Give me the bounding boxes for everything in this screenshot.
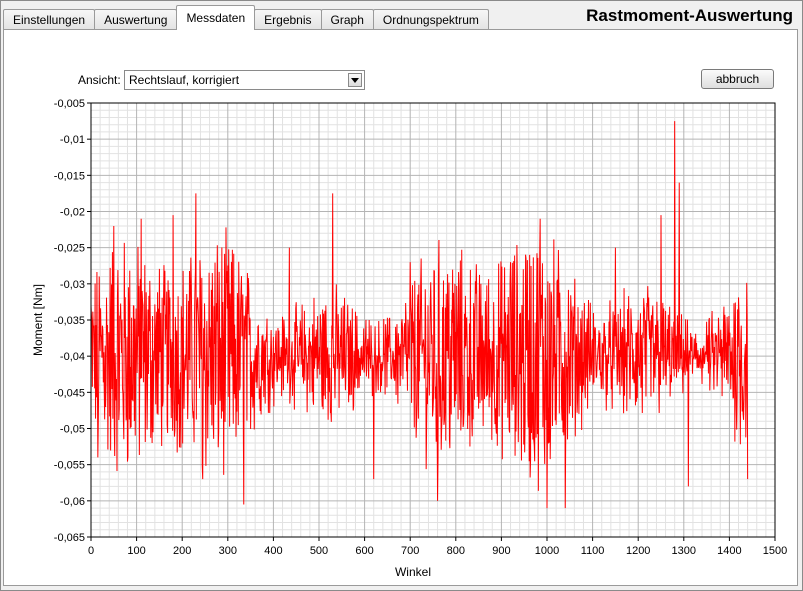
y-tick-label: -0,06 [60, 496, 85, 508]
x-tick-label: 1400 [717, 545, 741, 557]
y-tick-label: -0,01 [60, 134, 85, 146]
x-axis-ticks: 0 100 200 300 400 500 600 700 800 900 1000 1100 1200… [88, 537, 787, 557]
y-tick-label: -0,04 [60, 351, 85, 363]
x-tick-label: 100 [127, 545, 145, 557]
x-tick-label: 300 [219, 545, 237, 557]
x-tick-label: 1000 [535, 545, 559, 557]
y-axis-ticks: -0,005 -0,01 -0,015 -0,02 -0,025 -0,03 -0,035 -… [54, 98, 91, 544]
y-tick-label: -0,05 [60, 424, 85, 436]
y-tick-label: -0,015 [54, 170, 85, 182]
y-tick-label: -0,045 [54, 387, 85, 399]
y-tick-label: -0,02 [60, 207, 85, 219]
x-tick-label: 1500 [763, 545, 787, 557]
tab-messdaten[interactable]: Messdaten [176, 5, 256, 30]
y-tick-label: -0,005 [54, 98, 85, 110]
x-tick-label: 400 [264, 545, 282, 557]
x-tick-label: 500 [310, 545, 328, 557]
x-tick-label: 600 [355, 545, 373, 557]
y-axis-label: Moment [Nm] [31, 284, 45, 356]
x-tick-label: 900 [492, 545, 510, 557]
y-tick-label: -0,065 [54, 532, 85, 544]
x-tick-label: 1100 [581, 545, 605, 557]
y-tick-label: -0,03 [60, 279, 85, 291]
measurement-chart: 0 100 200 300 400 500 600 700 800 900 1000 1100 1200… [31, 98, 787, 579]
x-tick-label: 1300 [672, 545, 696, 557]
y-tick-label: -0,035 [54, 315, 85, 327]
y-tick-label: -0,055 [54, 460, 85, 472]
x-tick-label: 0 [88, 545, 94, 557]
y-tick-label: -0,025 [54, 243, 85, 255]
x-tick-label: 1200 [626, 545, 650, 557]
x-tick-label: 800 [447, 545, 465, 557]
x-tick-label: 700 [401, 545, 419, 557]
x-axis-label: Winkel [395, 565, 431, 579]
x-tick-label: 200 [173, 545, 191, 557]
